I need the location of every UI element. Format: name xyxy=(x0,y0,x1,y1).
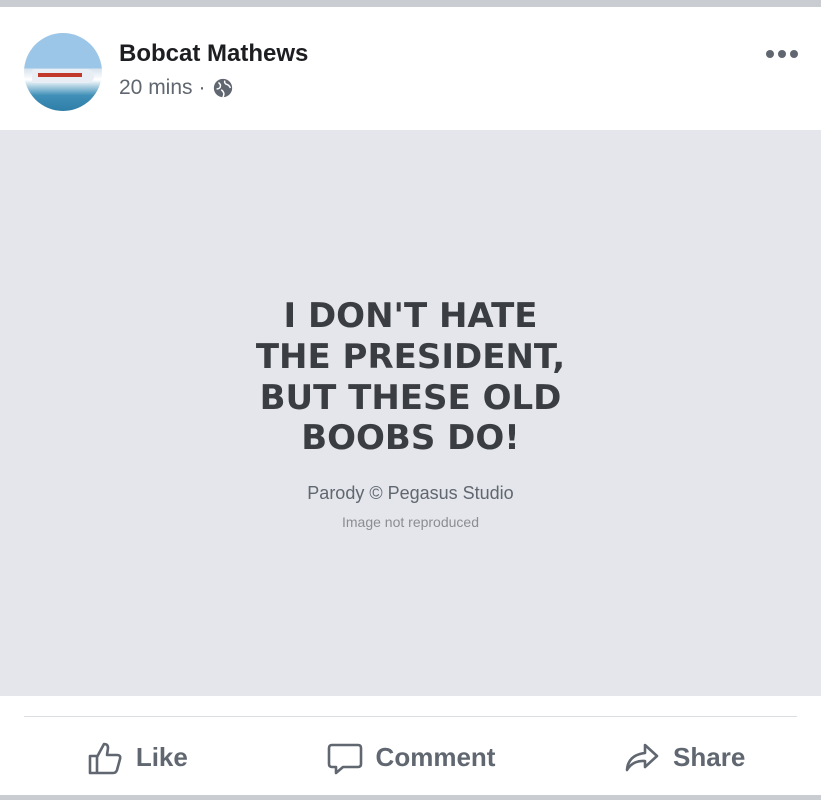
share-button[interactable]: Share xyxy=(547,720,821,795)
actions-divider xyxy=(24,716,797,717)
comment-button[interactable]: Comment xyxy=(274,720,548,795)
like-label: Like xyxy=(135,742,188,772)
post-image-placeholder[interactable]: I DON'T HATE THE PRESIDENT, BUT THESE OL… xyxy=(0,130,821,696)
post-time[interactable]: 20 mins xyxy=(119,76,193,100)
image-caption-line-1: I DON'T HATE xyxy=(283,295,538,336)
placeholder-note: Image not reproduced xyxy=(342,514,479,531)
globe-icon[interactable] xyxy=(212,77,234,99)
meta-separator: · xyxy=(198,76,206,99)
post-actions-bar: Like Comment Share xyxy=(0,720,821,795)
post-header: Bobcat Mathews 20 mins · xyxy=(0,7,821,130)
top-border xyxy=(0,0,821,7)
thumbs-up-icon xyxy=(88,742,122,774)
image-caption-line-3: BUT THESE OLD xyxy=(259,377,562,418)
post-meta: 20 mins · xyxy=(119,76,234,100)
image-watermark: Parody © Pegasus Studio xyxy=(307,483,514,504)
image-caption-line-2: THE PRESIDENT, xyxy=(255,336,566,377)
like-button[interactable]: Like xyxy=(0,720,274,795)
image-caption-line-4: BOOBS DO! xyxy=(301,418,520,459)
comment-label: Comment xyxy=(375,742,496,772)
bottom-border xyxy=(0,795,821,800)
more-options-icon[interactable] xyxy=(765,47,799,61)
comment-bubble-icon xyxy=(327,743,362,774)
avatar-boat-stripe xyxy=(38,73,82,77)
avatar[interactable] xyxy=(24,33,102,111)
author-name[interactable]: Bobcat Mathews xyxy=(119,40,308,68)
share-label: Share xyxy=(673,742,746,772)
share-arrow-icon xyxy=(625,743,659,771)
